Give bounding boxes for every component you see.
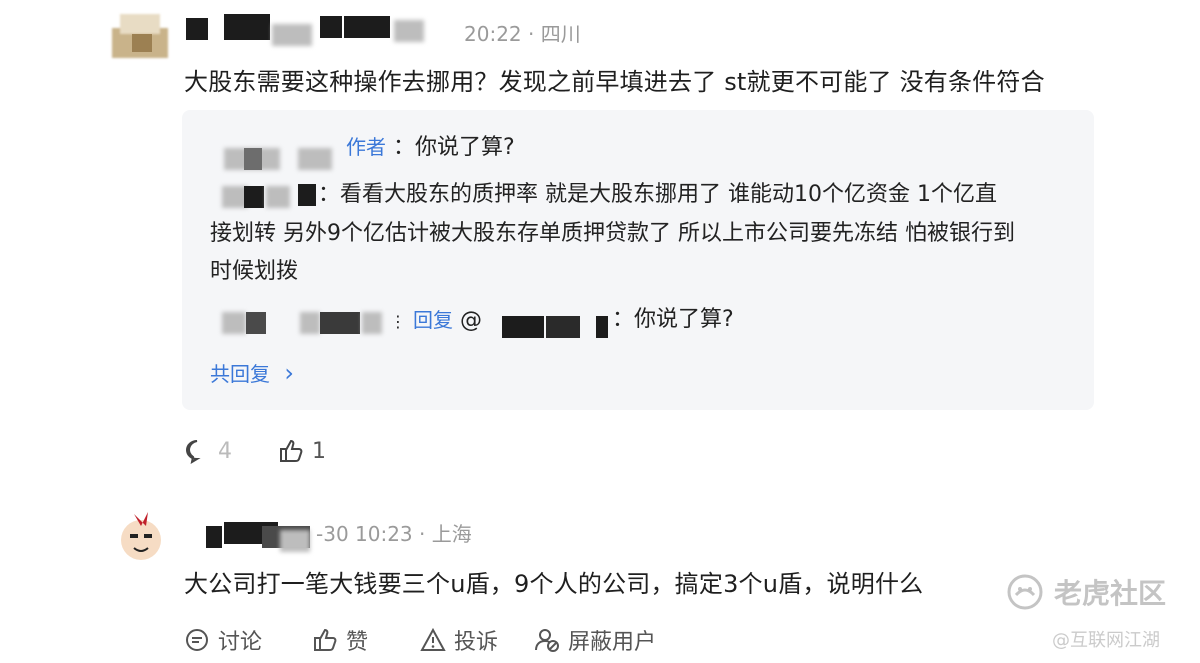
comment-button[interactable]: 4 [184, 438, 232, 464]
reply-text: ：你说了算? [393, 135, 515, 160]
brand-watermark: 老虎社区 [1006, 572, 1166, 612]
comment-meta: -30 10:23 · 上海 [316, 522, 472, 546]
tiger-logo-icon [1007, 574, 1043, 610]
reply-text: 接划转 另外9个亿估计被大股东存单质押贷款了 所以上市公司要先冻结 怕被银行到 [210, 221, 1015, 246]
like-button[interactable]: 赞 [312, 624, 368, 656]
avatar[interactable] [116, 508, 166, 564]
comment-meta: 20:22 · 四川 [464, 22, 581, 46]
reply-text: 时候划拨 [210, 259, 299, 284]
comment-text: 大股东需要这种操作去挪用？发现之前早填进去了 st就更不可能了 没有条件符合 [184, 68, 1045, 96]
author-tag: 作者 [346, 135, 386, 159]
comment-count: 4 [218, 438, 232, 464]
warning-triangle-icon [420, 627, 446, 651]
like-count: 1 [312, 438, 326, 464]
avatar[interactable] [112, 14, 168, 62]
discuss-button[interactable]: 讨论 [184, 624, 262, 656]
more-replies-label: 共回复 [210, 362, 270, 386]
chevron-right-icon: › [284, 359, 294, 387]
comment-bubble-icon [186, 629, 208, 651]
reply-label: 回复 [413, 308, 453, 332]
reply-text: ：你说了算? [612, 307, 734, 332]
block-user-label: 屏蔽用户 [568, 630, 657, 655]
brand-label: 老虎社区 [1054, 577, 1167, 610]
block-user-button[interactable]: 屏蔽用户 [534, 624, 656, 656]
like-button[interactable]: 1 [278, 438, 326, 464]
mention-symbol: @ [460, 308, 482, 333]
thumbs-up-icon [280, 439, 303, 462]
reply-text: ：看看大股东的质押率 就是大股东挪用了 谁能动10个亿资金 1个亿直 [318, 182, 997, 207]
source-handle: @互联网江湖 [1052, 630, 1160, 651]
report-label: 投诉 [454, 630, 499, 655]
user-block-icon [535, 629, 559, 652]
report-button[interactable]: 投诉 [420, 624, 498, 656]
more-replies-link[interactable]: 共回复 › [210, 358, 294, 387]
comment-text: 大公司打一笔大钱要三个u盾，9个人的公司，搞定3个u盾，说明什么 [184, 570, 924, 598]
like-label: 赞 [346, 630, 369, 655]
discuss-label: 讨论 [218, 630, 263, 655]
thumbs-up-icon [314, 628, 337, 651]
comment-bubble-icon [186, 440, 201, 464]
